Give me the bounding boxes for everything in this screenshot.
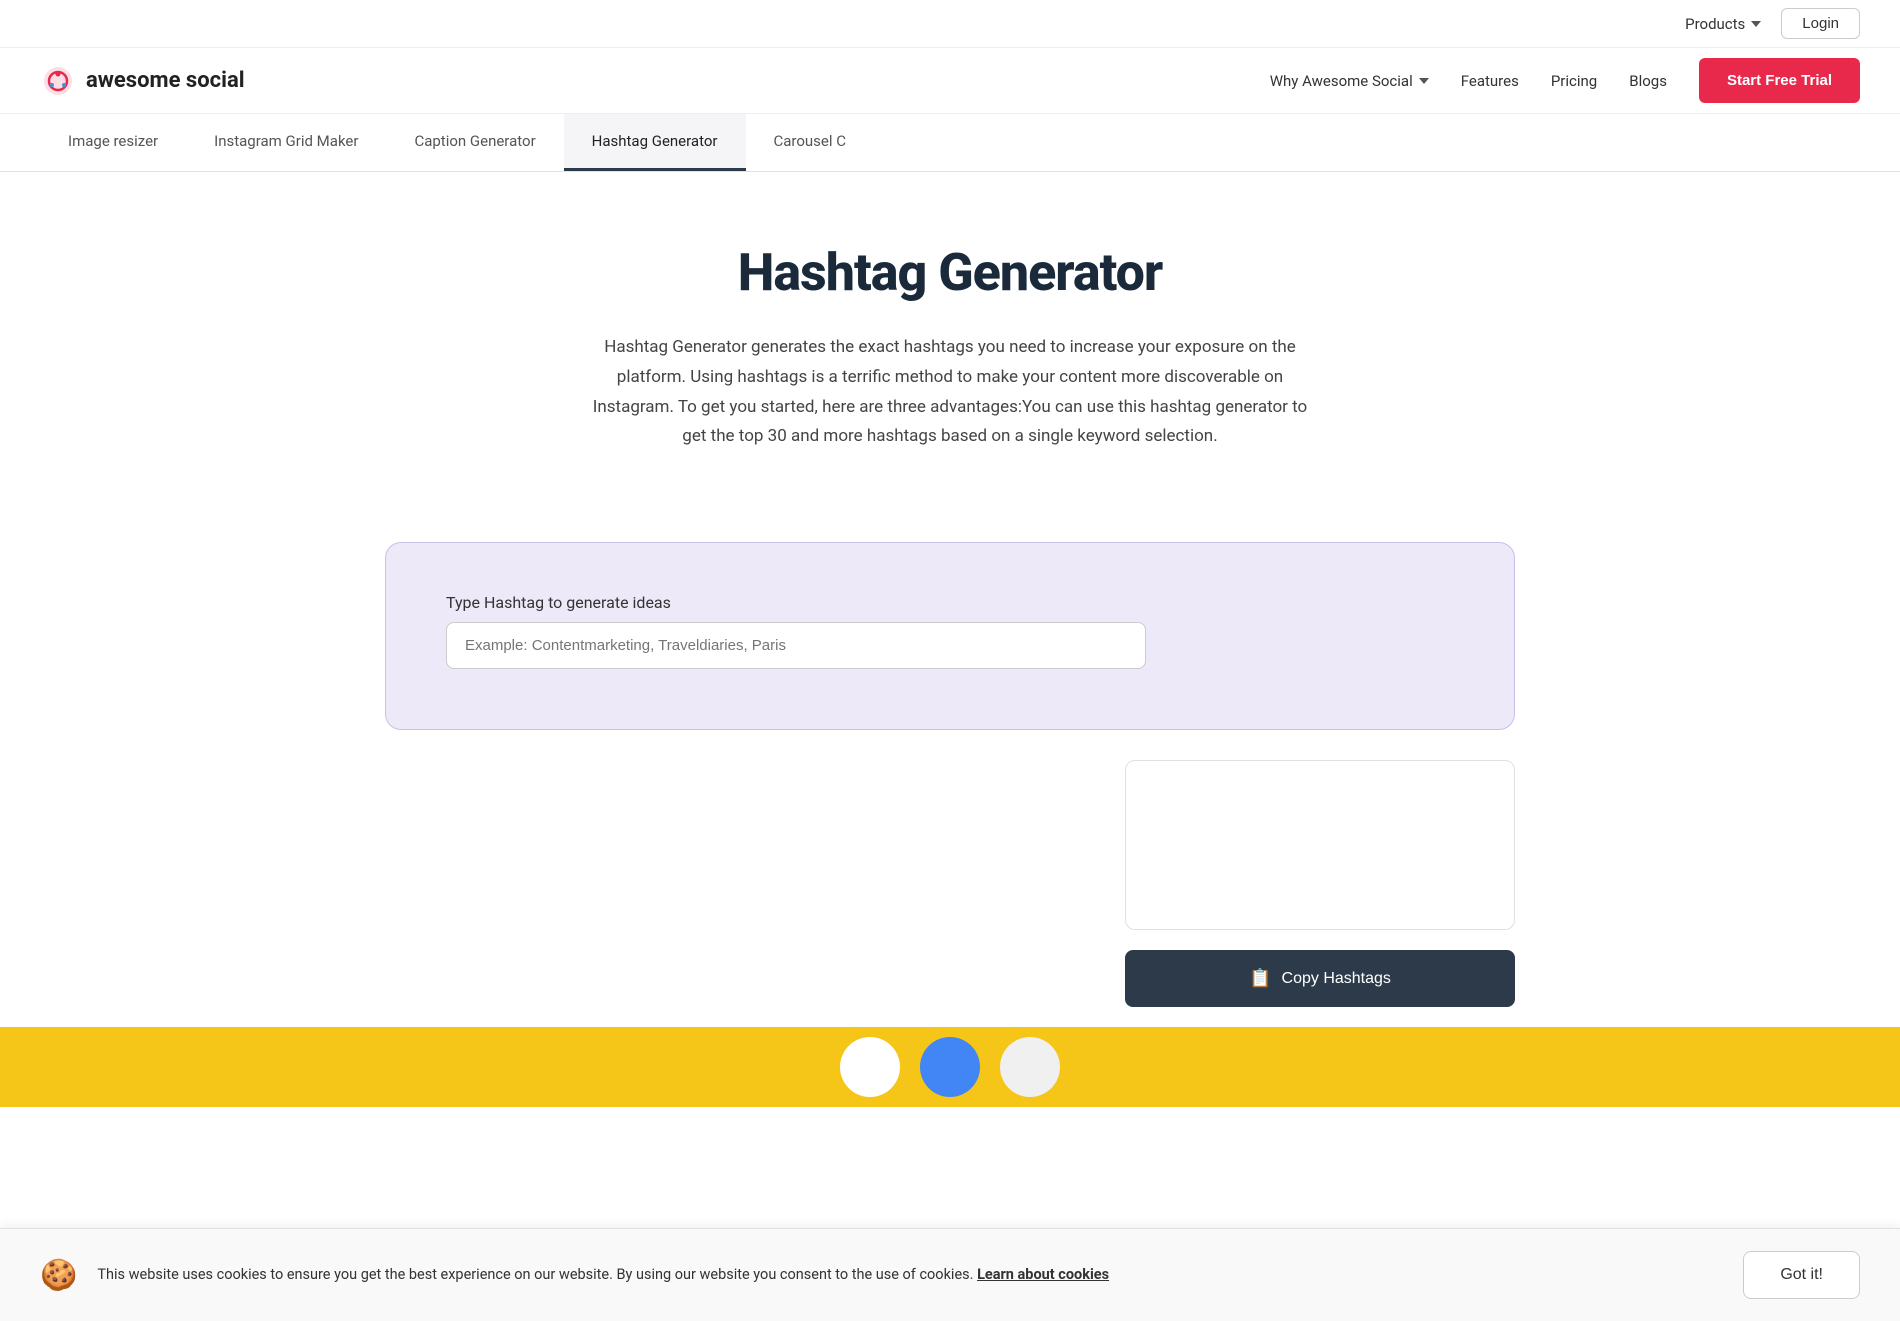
subnav-caption-generator[interactable]: Caption Generator — [386, 114, 563, 171]
sub-nav: Image resizer Instagram Grid Maker Capti… — [0, 114, 1900, 172]
login-button[interactable]: Login — [1781, 8, 1860, 39]
input-label: Type Hashtag to generate ideas — [446, 593, 1454, 612]
copy-hashtags-button[interactable]: 📋 Copy Hashtags — [1125, 950, 1515, 1007]
products-label: Products — [1685, 15, 1745, 33]
nav-links: Why Awesome Social Features Pricing Blog… — [1270, 72, 1667, 90]
start-free-trial-button[interactable]: Start Free Trial — [1699, 58, 1860, 103]
subnav-instagram-grid-maker[interactable]: Instagram Grid Maker — [186, 114, 386, 171]
page-title: Hashtag Generator — [390, 242, 1510, 303]
subnav-image-resizer[interactable]: Image resizer — [40, 114, 186, 171]
hashtag-results-box — [1125, 760, 1515, 930]
products-dropdown[interactable]: Products — [1685, 15, 1761, 33]
hero-section: Hashtag Generator Hashtag Generator gene… — [350, 172, 1550, 542]
logo-text: awesome social — [86, 68, 245, 93]
circle-decoration-1 — [840, 1037, 900, 1097]
subnav-hashtag-generator[interactable]: Hashtag Generator — [564, 114, 746, 171]
circle-decoration-3 — [1000, 1037, 1060, 1097]
nav-pricing[interactable]: Pricing — [1551, 72, 1597, 90]
top-bar: Products Login — [0, 0, 1900, 48]
nav-label: Why Awesome Social — [1270, 72, 1413, 90]
hero-description: Hashtag Generator generates the exact ha… — [590, 333, 1310, 452]
subnav-carousel[interactable]: Carousel C — [746, 114, 875, 171]
yellow-strip — [0, 1027, 1900, 1107]
copy-hashtags-label: Copy Hashtags — [1282, 970, 1391, 988]
input-section: Type Hashtag to generate ideas — [385, 542, 1515, 730]
hashtag-input[interactable] — [446, 622, 1146, 669]
nav-label: Blogs — [1629, 72, 1667, 90]
logo-icon — [40, 63, 76, 99]
nav-blogs[interactable]: Blogs — [1629, 72, 1667, 90]
logo-area[interactable]: awesome social — [40, 63, 245, 99]
nav-why-awesome-social[interactable]: Why Awesome Social — [1270, 72, 1429, 90]
got-it-button[interactable]: Got it! — [1743, 1251, 1860, 1299]
main-nav: awesome social Why Awesome Social Featur… — [0, 48, 1900, 114]
nav-label: Features — [1461, 72, 1519, 90]
cookie-text: This website uses cookies to ensure you … — [97, 1264, 1723, 1286]
cookie-banner: 🍪 This website uses cookies to ensure yo… — [0, 1228, 1900, 1321]
copy-btn-wrapper: 📋 Copy Hashtags — [385, 950, 1515, 1007]
copy-icon: 📋 — [1249, 968, 1271, 989]
results-section — [385, 760, 1515, 930]
chevron-down-icon — [1419, 78, 1429, 84]
learn-about-cookies-link[interactable]: Learn about cookies — [977, 1266, 1109, 1283]
nav-features[interactable]: Features — [1461, 72, 1519, 90]
nav-label: Pricing — [1551, 72, 1597, 90]
circle-decoration-2 — [920, 1037, 980, 1097]
chevron-down-icon — [1751, 21, 1761, 27]
cookie-icon: 🍪 — [40, 1258, 77, 1293]
